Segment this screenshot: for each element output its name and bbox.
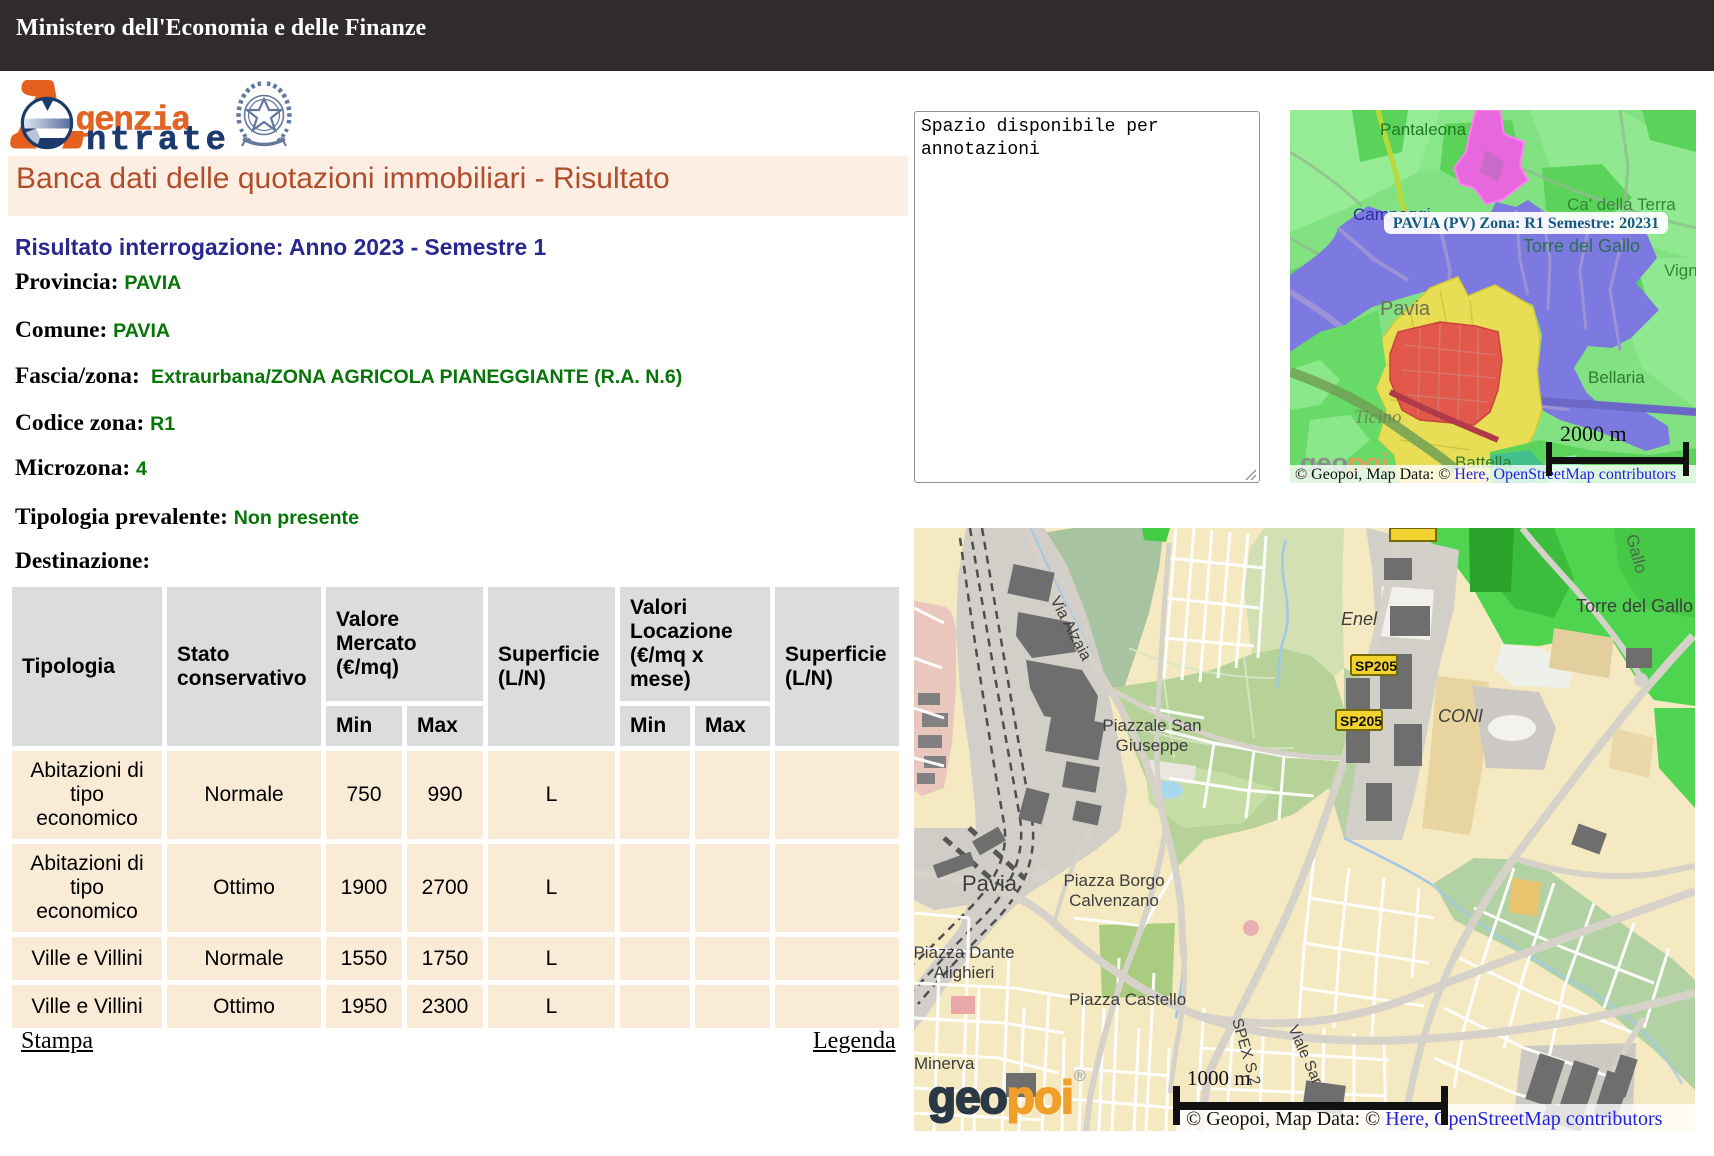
svg-text:Pavia: Pavia xyxy=(962,871,1018,896)
svg-text:© Geopoi, Map Data: © Here, Op: © Geopoi, Map Data: © Here, OpenStreetMa… xyxy=(1295,466,1676,483)
svg-text:®: ® xyxy=(1074,1068,1086,1085)
svg-text:Piazza Borgo: Piazza Borgo xyxy=(1063,871,1164,890)
svg-text:Torre del Gallo: Torre del Gallo xyxy=(1576,596,1693,616)
svg-text:Enel: Enel xyxy=(1341,609,1378,629)
svg-text:Calvenzano: Calvenzano xyxy=(1069,891,1159,910)
svg-text:PAVIA (PV) Zona: R1 Semestre:: PAVIA (PV) Zona: R1 Semestre: 20231 xyxy=(1393,215,1659,232)
svg-text:Ca' della Terra: Ca' della Terra xyxy=(1567,195,1676,214)
svg-text:Alighieri: Alighieri xyxy=(934,963,994,982)
svg-text:SP205: SP205 xyxy=(1355,658,1397,674)
svg-text:Vign: Vign xyxy=(1664,261,1696,280)
svg-text:Torre del Gallo: Torre del Gallo xyxy=(1523,236,1640,256)
svg-text:Piazza Dante: Piazza Dante xyxy=(914,943,1015,962)
svg-text:Pavia: Pavia xyxy=(1380,298,1431,320)
svg-text:© Geopoi, Map Data: © Here, Op: © Geopoi, Map Data: © Here, OpenStreetMa… xyxy=(1186,1108,1663,1130)
svg-text:Bellaria: Bellaria xyxy=(1588,368,1645,387)
svg-text:1000 m: 1000 m xyxy=(1187,1066,1251,1090)
svg-text:CONI: CONI xyxy=(1438,706,1483,726)
svg-text:Piazza Castello: Piazza Castello xyxy=(1069,990,1186,1009)
svg-text:Pantaleona: Pantaleona xyxy=(1380,120,1467,139)
svg-text:ntrate: ntrate xyxy=(86,122,229,154)
svg-text:SP205: SP205 xyxy=(1340,713,1382,729)
svg-text:Piazzale San: Piazzale San xyxy=(1102,716,1201,735)
svg-text:Giuseppe: Giuseppe xyxy=(1116,736,1189,755)
svg-text:Ticino: Ticino xyxy=(1354,407,1402,428)
svg-text:2000 m: 2000 m xyxy=(1560,421,1627,446)
svg-text:geopoi: geopoi xyxy=(928,1071,1073,1123)
